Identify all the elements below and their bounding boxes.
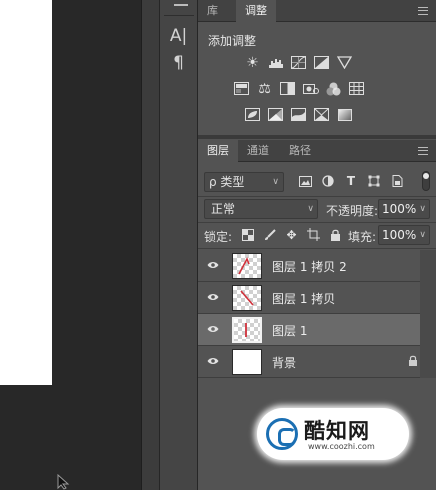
layer-row-selected[interactable]: 图层 1 xyxy=(198,314,436,346)
type-filter-icon[interactable]: T xyxy=(344,174,358,188)
watermark-name: 酷知网 xyxy=(304,419,370,443)
blend-mode-select[interactable]: 正常 ∨ xyxy=(204,199,318,219)
layer-thumbnail xyxy=(232,285,262,311)
chevron-down-icon: ∨ xyxy=(419,230,426,240)
layer-thumbnail xyxy=(232,253,262,279)
threshold-icon[interactable] xyxy=(289,105,308,124)
lock-transparent-pixels-icon[interactable] xyxy=(240,227,255,242)
divider xyxy=(198,222,436,223)
layers-tabbar: 图层 通道 路径 xyxy=(198,140,436,162)
tab-library[interactable]: 库 xyxy=(198,0,227,22)
brightness-contrast-icon[interactable]: ☀ xyxy=(243,53,262,72)
channel-mixer-icon[interactable] xyxy=(324,79,343,98)
document-canvas-area[interactable] xyxy=(0,0,141,490)
gradient-map-icon[interactable] xyxy=(335,105,354,124)
layer-row[interactable]: 图层 1 拷贝 xyxy=(198,282,436,314)
opacity-field[interactable]: 100% ∨ xyxy=(378,199,430,219)
lock-artboard-icon[interactable] xyxy=(306,227,321,242)
layer-name[interactable]: 图层 1 拷贝 xyxy=(272,290,335,307)
layer-thumbnail xyxy=(232,317,262,343)
paragraph-icon[interactable]: ¶ xyxy=(160,53,197,73)
posterize-icon[interactable] xyxy=(266,105,285,124)
chevron-down-icon: ∨ xyxy=(419,204,426,214)
layers-scroll-edge xyxy=(420,250,436,378)
adjustments-title: 添加调整 xyxy=(208,34,257,48)
adjustments-row-2: ⚖ xyxy=(232,79,366,98)
pixel-filter-icon[interactable] xyxy=(298,174,312,188)
chevron-down-icon: ∨ xyxy=(307,204,314,214)
invert-icon[interactable] xyxy=(243,105,262,124)
layer-name[interactable]: 图层 1 xyxy=(272,322,307,339)
lock-all-icon[interactable] xyxy=(328,227,343,242)
coozhi-logo-icon xyxy=(266,418,298,450)
lock-position-icon[interactable]: ✥ xyxy=(284,227,299,242)
eye-icon[interactable] xyxy=(207,261,219,269)
fill-field[interactable]: 100% ∨ xyxy=(378,225,430,245)
panel-divider xyxy=(198,135,436,139)
exposure-icon[interactable] xyxy=(312,53,331,72)
eye-icon[interactable] xyxy=(207,293,219,301)
lock-image-pixels-icon[interactable] xyxy=(262,227,277,242)
collapsed-panel-column: A| ¶ xyxy=(159,0,198,490)
opacity-label: 不透明度: xyxy=(326,204,379,218)
filter-icons: T xyxy=(298,174,404,188)
watermark: 酷知网 www.coozhi.com xyxy=(257,408,409,460)
layer-row[interactable]: 图层 1 拷贝 2 xyxy=(198,250,436,282)
tab-adjustments[interactable]: 调整 xyxy=(236,0,276,22)
color-balance-icon[interactable]: ⚖ xyxy=(255,79,274,98)
eye-icon[interactable] xyxy=(207,325,219,333)
lock-icons: ✥ xyxy=(240,227,343,242)
divider xyxy=(164,15,194,16)
selective-color-icon[interactable] xyxy=(312,105,331,124)
color-lookup-icon[interactable] xyxy=(347,79,366,98)
chevron-down-icon: ∨ xyxy=(272,177,279,187)
layer-thumbnail xyxy=(232,349,262,375)
vibrance-icon[interactable] xyxy=(335,53,354,72)
filter-toggle[interactable] xyxy=(422,171,430,191)
photo-filter-icon[interactable] xyxy=(301,79,320,98)
tab-paths[interactable]: 路径 xyxy=(280,140,320,162)
fill-label: 填充: xyxy=(348,230,377,244)
divider xyxy=(198,248,436,249)
character-icon[interactable]: A| xyxy=(160,26,197,46)
panel-menu-icon[interactable] xyxy=(418,7,428,15)
panel-gutter xyxy=(141,0,159,490)
black-white-icon[interactable] xyxy=(278,79,297,98)
opacity-value: 100% xyxy=(382,202,417,216)
layer-name[interactable]: 背景 xyxy=(272,354,296,371)
lock-label: 锁定: xyxy=(204,230,233,244)
document-canvas[interactable] xyxy=(0,0,52,385)
adjustment-filter-icon[interactable] xyxy=(321,174,335,188)
lock-icon xyxy=(409,355,417,366)
layer-row[interactable]: 背景 xyxy=(198,346,436,378)
filter-type-label: ρ 类型 xyxy=(209,175,245,189)
adjustments-row-3 xyxy=(243,105,354,124)
collapse-panel-icon[interactable] xyxy=(174,0,188,6)
blend-mode-value: 正常 xyxy=(211,202,236,216)
adjustments-row-1: ☀ xyxy=(243,53,354,72)
adjustments-tabbar: 库 调整 xyxy=(198,0,436,22)
hue-saturation-icon[interactable] xyxy=(232,79,251,98)
smart-object-filter-icon[interactable] xyxy=(390,174,404,188)
tab-layers[interactable]: 图层 xyxy=(198,140,238,162)
tab-channels[interactable]: 通道 xyxy=(238,140,278,162)
watermark-url: www.coozhi.com xyxy=(308,442,375,451)
levels-icon[interactable] xyxy=(266,53,285,72)
shape-filter-icon[interactable] xyxy=(367,174,381,188)
eye-icon[interactable] xyxy=(207,357,219,365)
layer-filter-select[interactable]: ρ 类型 ∨ xyxy=(204,172,284,192)
layers-menu-icon[interactable] xyxy=(418,147,428,155)
divider xyxy=(198,196,436,197)
layer-name[interactable]: 图层 1 拷贝 2 xyxy=(272,258,347,275)
fill-value: 100% xyxy=(382,228,417,242)
curves-icon[interactable] xyxy=(289,53,308,72)
mouse-cursor-icon xyxy=(57,474,70,490)
